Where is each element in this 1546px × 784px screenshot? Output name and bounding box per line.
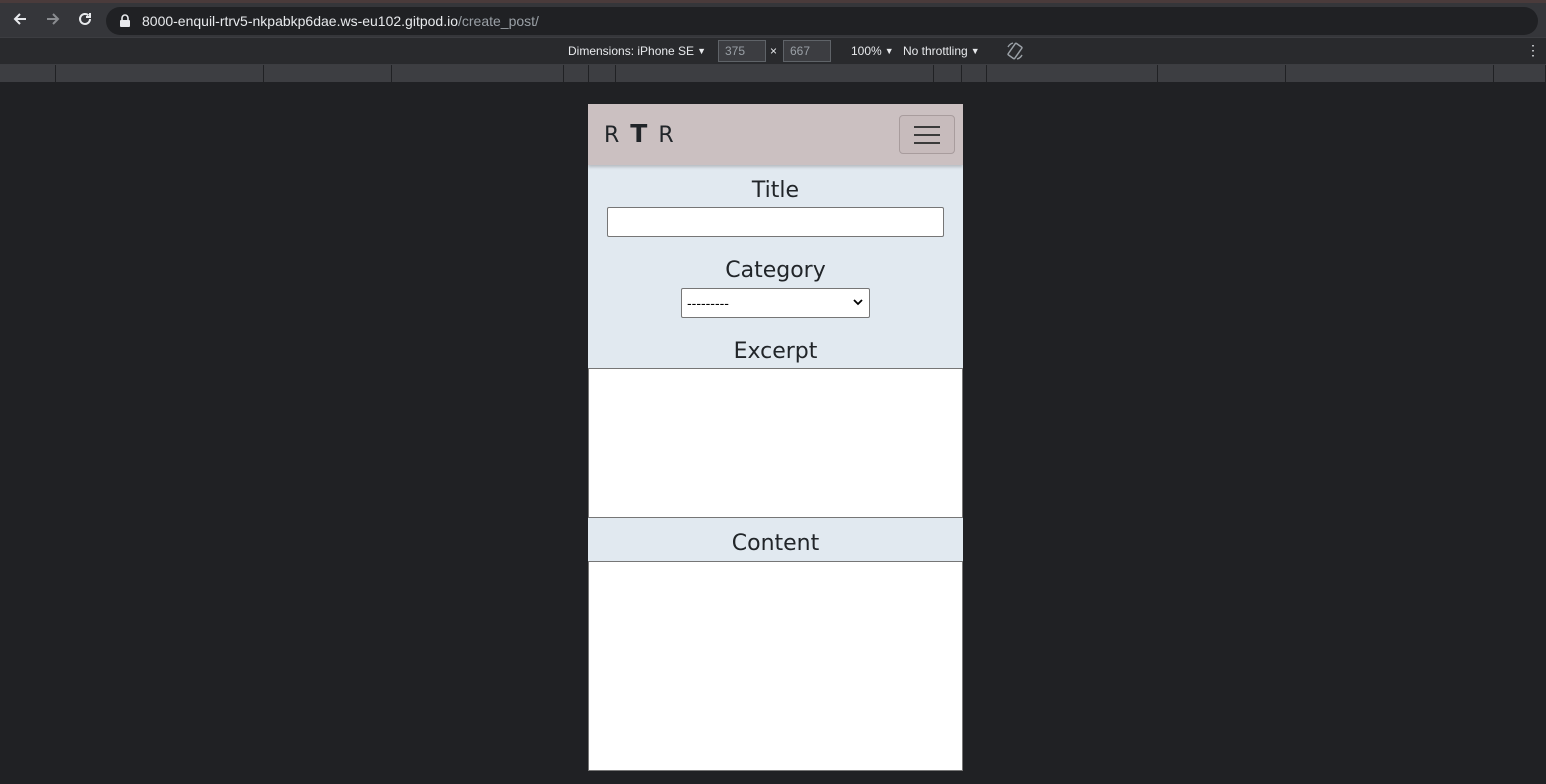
caret-down-icon: ▼ [884, 46, 894, 56]
media-query-segment[interactable] [392, 65, 564, 82]
address-bar[interactable]: 8000-enquil-rtrv5-nkpabkp6dae.ws-eu102.g… [106, 7, 1538, 35]
hamburger-icon-bar [914, 141, 940, 144]
media-query-segment[interactable] [1158, 65, 1286, 82]
url-path: /create_post/ [457, 13, 539, 29]
hamburger-icon-bar [914, 133, 940, 136]
media-query-segment[interactable] [1286, 65, 1494, 82]
times-sign: × [770, 44, 778, 58]
chevron-down-icon [853, 299, 863, 306]
rotate-icon[interactable] [1005, 41, 1025, 61]
reload-button[interactable] [69, 3, 101, 35]
navbar-toggler-button[interactable] [899, 115, 955, 154]
back-button[interactable] [4, 3, 36, 35]
media-query-segment[interactable] [589, 65, 616, 82]
title-label: Title [751, 178, 800, 203]
zoom-label: 100% [851, 44, 882, 58]
media-query-segment[interactable] [962, 65, 987, 82]
content-label: Content [731, 531, 820, 556]
media-query-segment[interactable] [1494, 65, 1546, 82]
brand-letter: T [630, 119, 649, 148]
media-query-segment[interactable] [987, 65, 1158, 82]
excerpt-textarea[interactable] [588, 368, 963, 518]
category-label: Category [725, 258, 826, 283]
brand-letter: R [604, 123, 621, 148]
arrow-left-icon [13, 13, 26, 25]
media-query-segment[interactable] [56, 65, 264, 82]
lock-icon [120, 14, 130, 27]
device-dimensions-label: Dimensions: iPhone SE [568, 44, 695, 58]
caret-down-icon: ▼ [697, 46, 706, 56]
zoom-dropdown[interactable]: 100% ▼ [851, 44, 894, 58]
device-dropdown[interactable]: Dimensions: iPhone SE ▼ [568, 44, 706, 58]
media-query-segment[interactable] [0, 65, 56, 82]
url-host: 8000-enquil-rtrv5-nkpabkp6dae.ws-eu102.g… [142, 13, 458, 29]
site-navbar: R T R [588, 104, 963, 165]
caret-down-icon: ▼ [970, 46, 980, 56]
media-query-segment[interactable] [616, 65, 934, 82]
brand-letter: R [658, 123, 675, 148]
hamburger-icon-bar [914, 125, 940, 128]
category-selected-value: --------- [687, 295, 729, 311]
media-query-segment[interactable] [564, 65, 589, 82]
site-brand[interactable]: R T R [604, 119, 675, 148]
forward-button[interactable] [37, 3, 69, 35]
device-toolbar: Dimensions: iPhone SE ▼ 375 × 667 100% ▼… [0, 37, 1546, 65]
title-input[interactable] [607, 207, 944, 237]
device-viewport: R T R Title Category --------- Excerpt C… [588, 104, 963, 771]
arrow-right-icon [47, 13, 60, 25]
category-select[interactable]: --------- [681, 288, 870, 318]
media-query-segment[interactable] [264, 65, 392, 82]
content-textarea[interactable] [588, 561, 963, 771]
more-options-icon[interactable]: ⋮ [1526, 42, 1540, 60]
media-query-segment[interactable] [934, 65, 962, 82]
height-input[interactable]: 667 [783, 40, 831, 62]
excerpt-label: Excerpt [733, 339, 818, 364]
throttling-label: No throttling [903, 44, 968, 58]
media-query-bar[interactable] [0, 65, 1546, 82]
throttling-dropdown[interactable]: No throttling ▼ [903, 44, 980, 58]
width-input[interactable]: 375 [718, 40, 766, 62]
browser-toolbar: 8000-enquil-rtrv5-nkpabkp6dae.ws-eu102.g… [0, 0, 1546, 37]
reload-icon [79, 12, 91, 25]
